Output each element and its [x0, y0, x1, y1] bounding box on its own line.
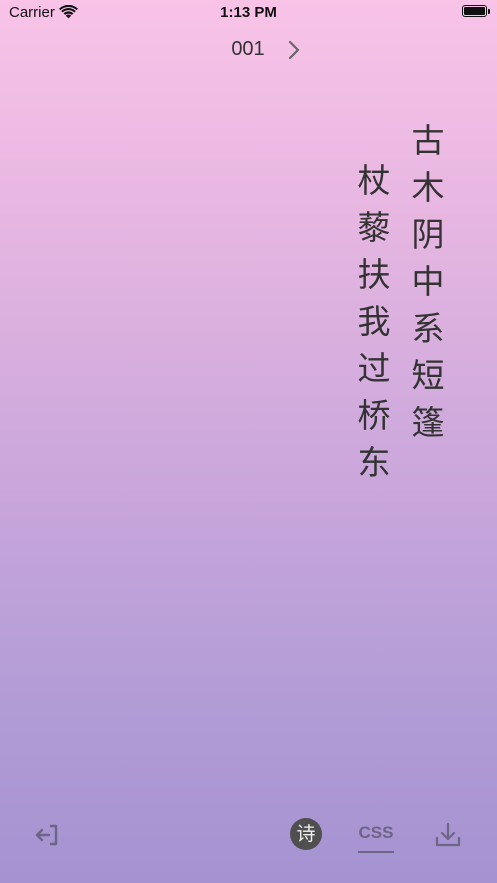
poem-char: 东 — [357, 443, 391, 482]
css-underline — [358, 851, 394, 853]
status-time: 1:13 PM — [220, 4, 277, 21]
chevron-right-icon[interactable] — [282, 38, 306, 62]
battery-icon — [462, 5, 487, 17]
poem-char: 系 — [411, 309, 445, 348]
poem-char: 过 — [357, 349, 391, 388]
poem-char: 古 — [411, 121, 445, 160]
poem-button[interactable]: 诗 — [290, 818, 322, 850]
poem-line-2: 杖 藜 扶 我 过 桥 东 — [356, 157, 392, 486]
page-number: 001 — [231, 38, 265, 60]
poem-char: 我 — [357, 302, 391, 341]
poem-char: 木 — [411, 168, 445, 207]
poem-char: 篷 — [411, 403, 445, 442]
exit-icon[interactable] — [34, 822, 60, 848]
battery-nub — [488, 9, 490, 14]
poem-char: 阴 — [411, 215, 445, 254]
poem-char: 藜 — [357, 208, 391, 247]
poem-char: 短 — [411, 356, 445, 395]
css-button[interactable]: CSS — [356, 823, 396, 853]
poem-line-1: 古 木 阴 中 系 短 篷 — [410, 117, 446, 446]
download-icon[interactable] — [433, 820, 463, 850]
css-label: CSS — [358, 823, 394, 842]
poem-char: 中 — [411, 262, 445, 301]
poem-char: 杖 — [357, 161, 391, 200]
status-bar: Carrier 1:13 PM — [0, 0, 497, 26]
poem-char: 扶 — [357, 255, 391, 294]
poem-char: 桥 — [357, 396, 391, 435]
